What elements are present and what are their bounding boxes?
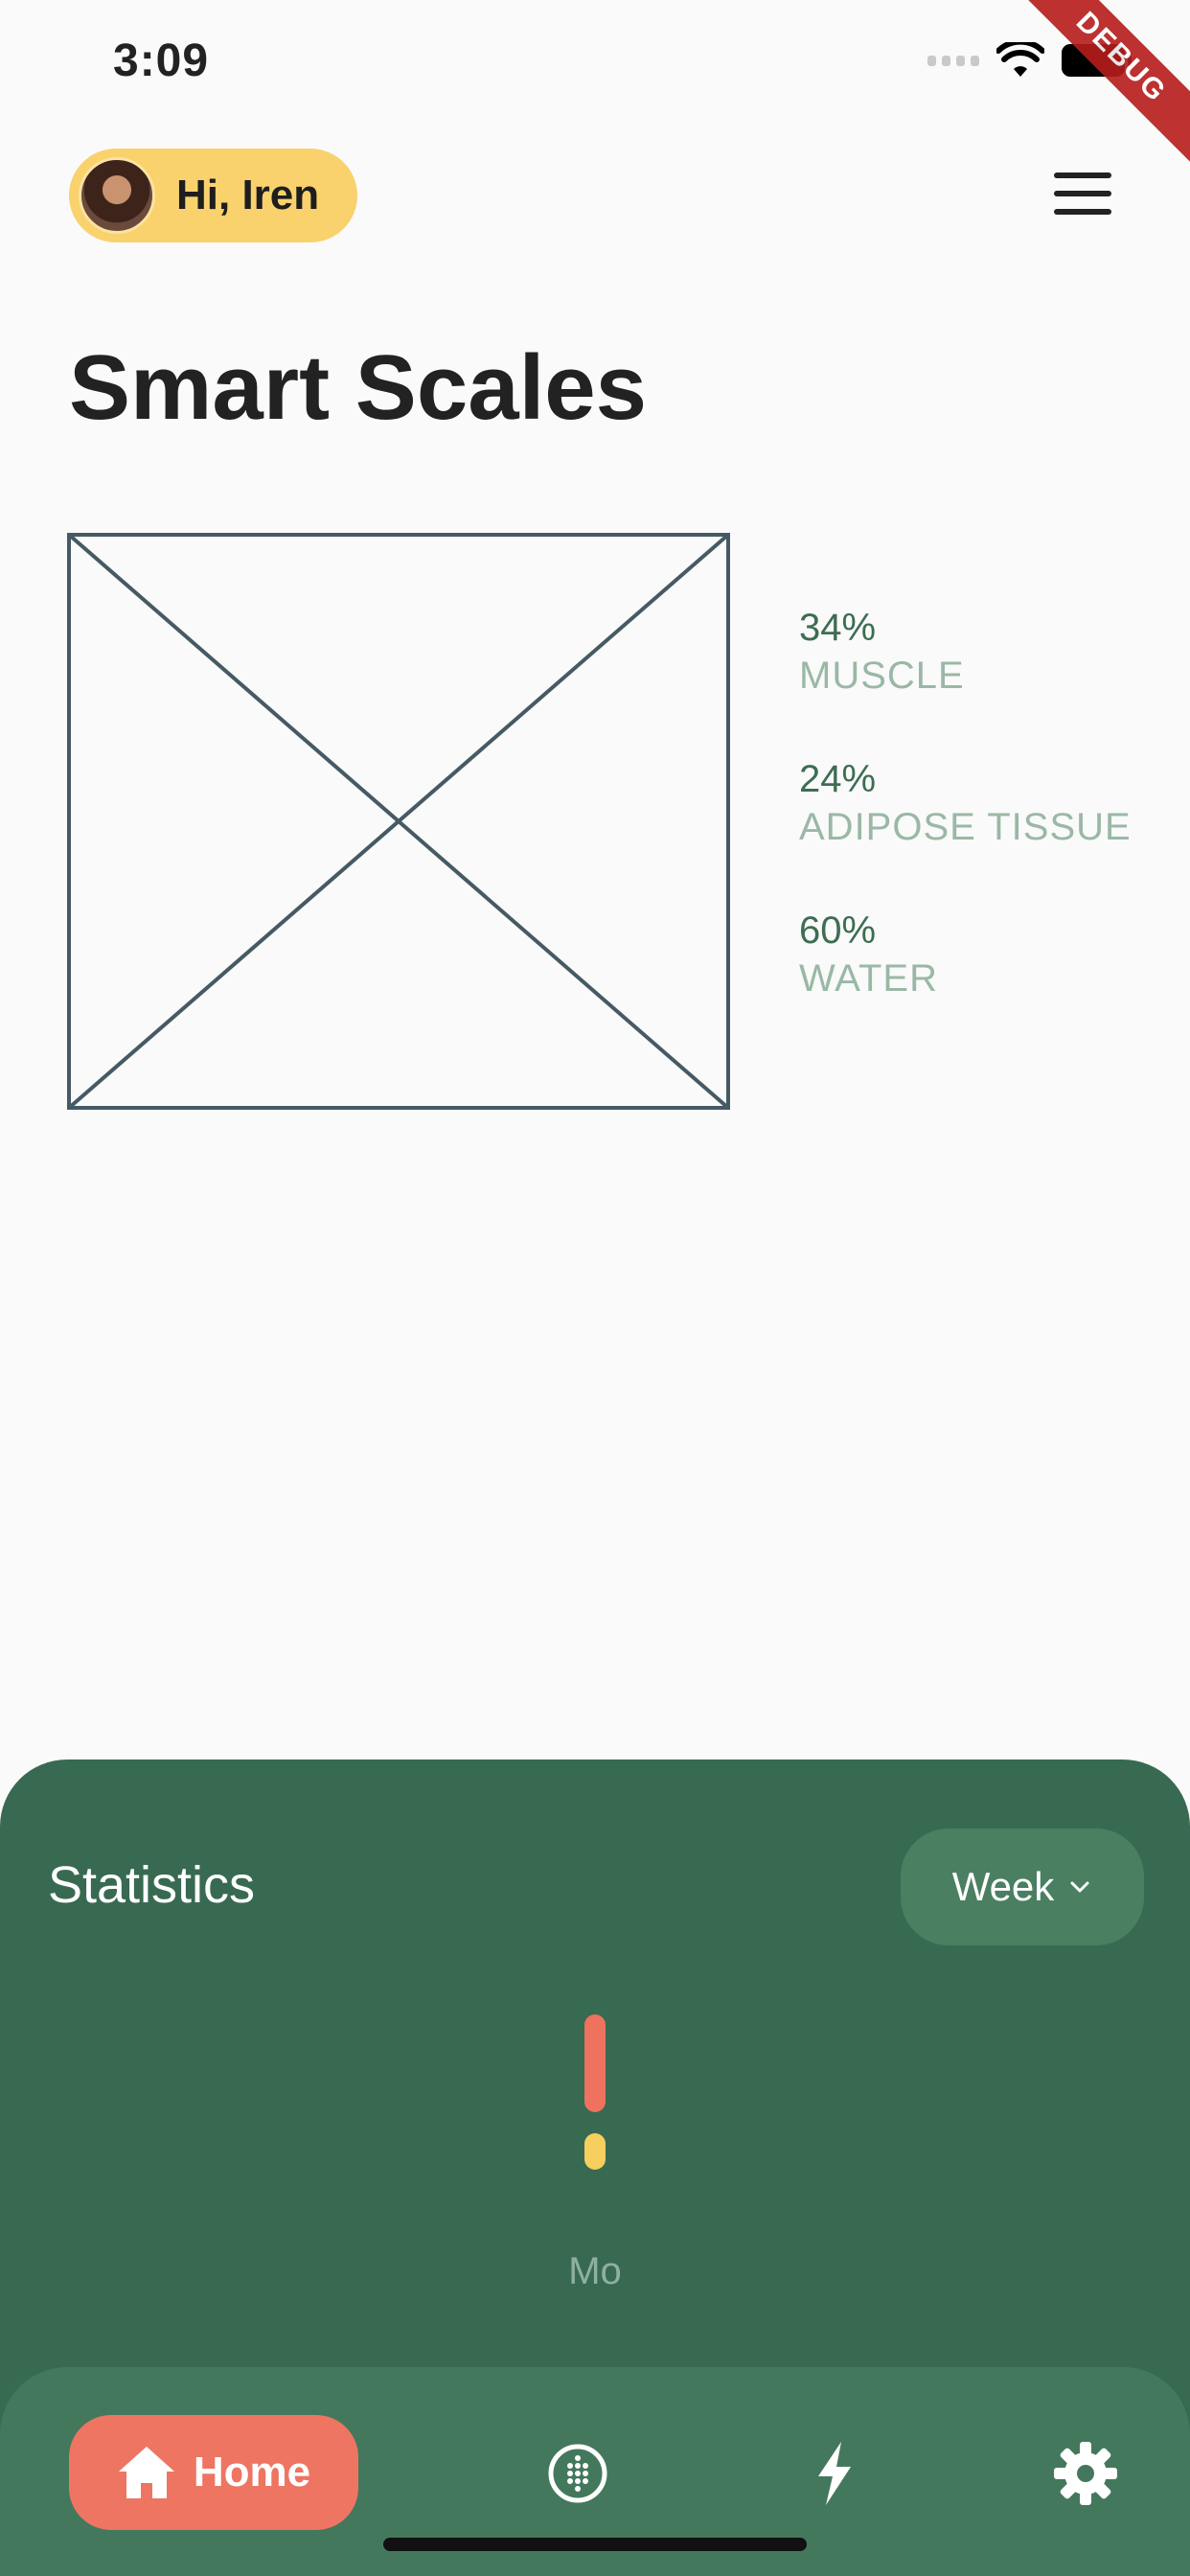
wifi-icon [996,42,1044,77]
period-dropdown[interactable]: Week [901,1828,1144,1945]
home-indicator [383,2538,807,2551]
stat-value: 24% [799,758,877,800]
menu-icon-line [1054,191,1111,196]
menu-icon-line [1054,209,1111,215]
day-label: Mo [568,2250,622,2292]
menu-icon-line [1054,172,1111,178]
stat-label: WATER [799,957,938,1000]
stat-muscle: 34% MUSCLE [799,604,1132,700]
signal-icon [927,55,979,66]
debug-banner: DEBUG [1015,0,1190,164]
nav-home-label: Home [193,2449,311,2496]
page-title: Smart Scales [69,336,648,439]
nav-home-button[interactable]: Home [69,2415,358,2530]
stat-adipose-tissue: 24% ADIPOSE TISSUE [799,755,1132,851]
menu-button[interactable] [1054,172,1111,215]
chevron-down-icon [1070,1881,1089,1893]
home-icon [118,2447,174,2498]
status-time: 3:09 [113,35,210,86]
bolt-icon[interactable] [801,2440,868,2507]
avatar [79,157,155,234]
gear-icon[interactable] [1052,2440,1119,2507]
period-label: Week [951,1864,1055,1909]
globe-icon[interactable] [544,2440,611,2507]
profile-greeting[interactable]: Hi, Iren [69,149,358,242]
stat-value: 60% [799,909,877,952]
stat-label: MUSCLE [799,655,965,697]
stat-bar-red [584,2014,606,2112]
stat-value: 34% [799,607,877,649]
greeting-text: Hi, Iren [176,172,320,218]
stat-water: 60% WATER [799,907,1132,1002]
stat-label: ADIPOSE TISSUE [799,806,1132,848]
statistics-title: Statistics [48,1856,256,1914]
image-placeholder [67,533,730,1110]
stat-bar-yellow [584,2133,606,2170]
body-composition-list: 34% MUSCLE 24% ADIPOSE TISSUE 60% WATER [799,604,1132,1058]
